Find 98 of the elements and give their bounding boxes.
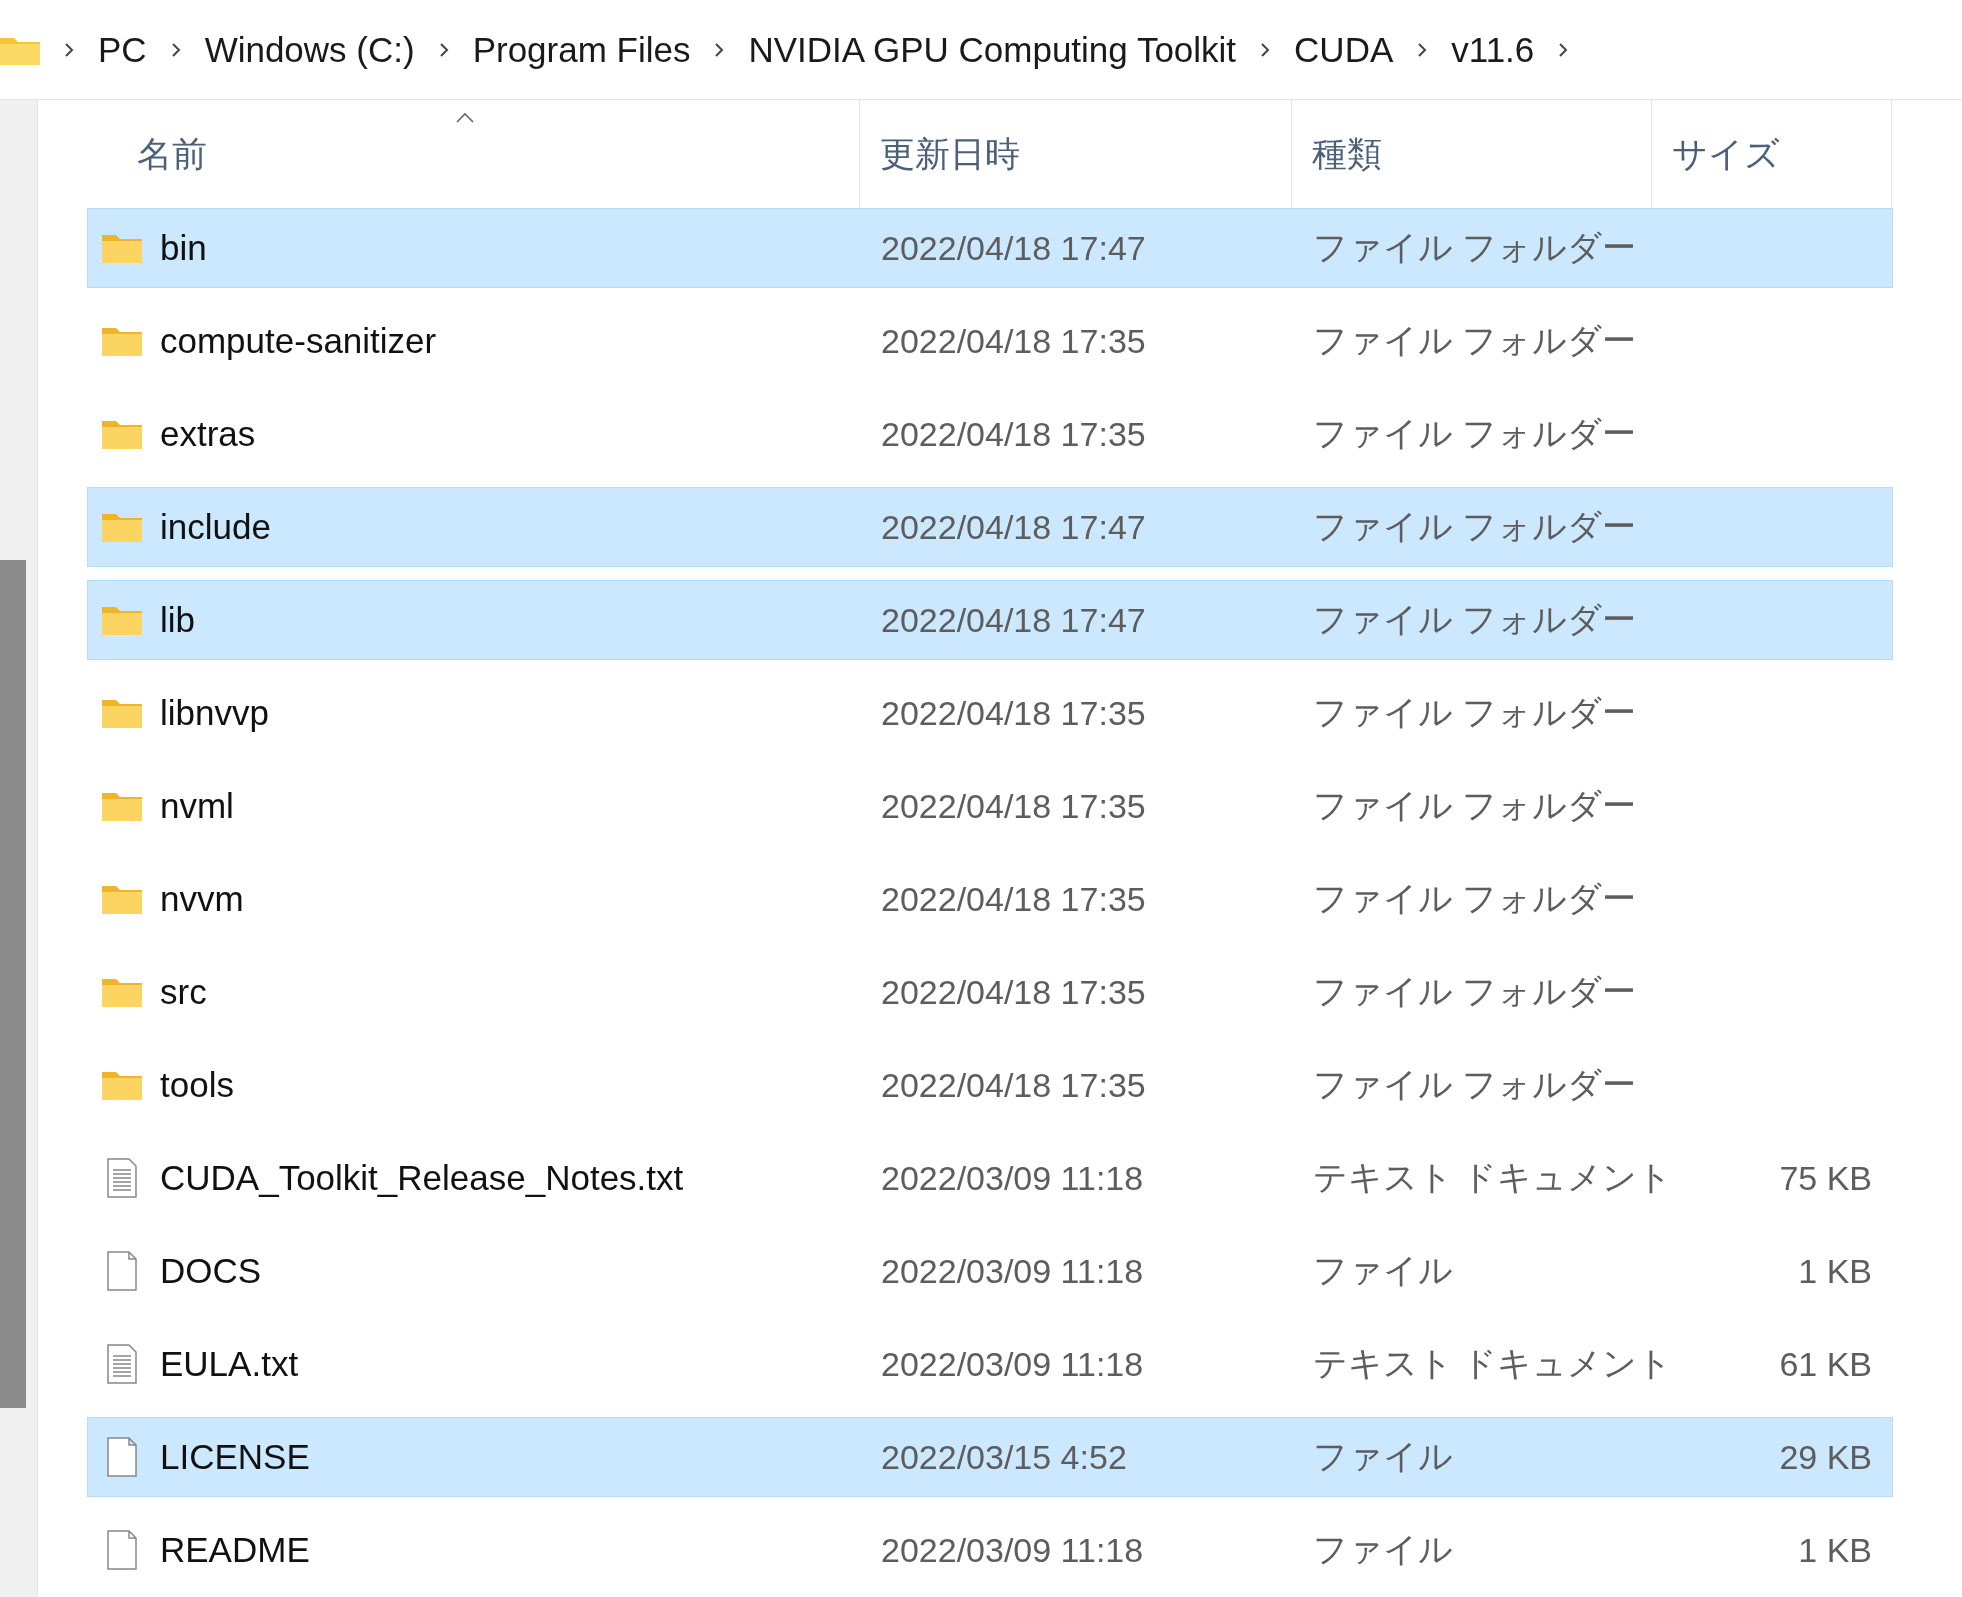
file-type: ファイル フォルダー <box>1313 600 1637 638</box>
modified-date: 2022/04/18 17:35 <box>881 972 1146 1011</box>
file-name: tools <box>160 1065 234 1105</box>
file-row[interactable]: extras 2022/04/18 17:35 ファイル フォルダー <box>87 394 1893 474</box>
file-size: 29 KB <box>1779 1437 1872 1476</box>
folder-icon <box>102 233 142 263</box>
chevron-right-icon[interactable] <box>714 41 725 58</box>
file-row[interactable]: compute-sanitizer 2022/04/18 17:35 ファイル フォルダー <box>87 301 1893 381</box>
file-row[interactable]: include 2022/04/18 17:47 ファイル フォルダー <box>87 487 1893 567</box>
chevron-right-icon[interactable] <box>1260 41 1271 58</box>
file-type: ファイル フォルダー <box>1313 321 1637 359</box>
breadcrumb-item[interactable]: Program Files <box>472 29 691 70</box>
modified-date: 2022/04/18 17:35 <box>881 1065 1146 1104</box>
file-type: テキスト ドキュメント <box>1313 1158 1673 1196</box>
modified-date: 2022/04/18 17:35 <box>881 414 1146 453</box>
file-row[interactable]: LICENSE 2022/03/15 4:52 ファイル 29 KB <box>87 1417 1893 1497</box>
modified-date: 2022/04/18 17:47 <box>881 228 1146 267</box>
column-header[interactable]: 種類 <box>1312 130 1382 178</box>
modified-date: 2022/03/09 11:18 <box>881 1251 1144 1290</box>
file-type: ファイル フォルダー <box>1313 1065 1637 1103</box>
file-size: 61 KB <box>1779 1344 1872 1383</box>
file-type: テキスト ドキュメント <box>1313 1344 1673 1382</box>
file-type: ファイル フォルダー <box>1313 414 1637 452</box>
chevron-right-icon[interactable] <box>1558 41 1569 58</box>
file-type: ファイル <box>1313 1251 1453 1289</box>
file-size: 1 KB <box>1798 1530 1872 1569</box>
column-header[interactable]: 名前 <box>137 130 207 178</box>
file-name: compute-sanitizer <box>160 321 437 361</box>
file-type: ファイル フォルダー <box>1313 228 1637 266</box>
file-row[interactable]: bin 2022/04/18 17:47 ファイル フォルダー <box>87 208 1893 288</box>
file-row[interactable]: CUDA_Toolkit_Release_Notes.txt 2022/03/09 11:18 テキスト ドキュメント 75 KB <box>87 1138 1893 1218</box>
file-name: lib <box>160 600 196 640</box>
file-row[interactable]: README 2022/03/09 11:18 ファイル 1 KB <box>87 1510 1893 1590</box>
blank-document-icon <box>107 1530 137 1570</box>
modified-date: 2022/03/09 11:18 <box>881 1158 1144 1197</box>
chevron-right-icon[interactable] <box>170 41 181 58</box>
file-name: libnvvp <box>160 693 269 733</box>
folder-icon <box>102 884 142 914</box>
file-name: README <box>160 1530 310 1570</box>
scrollbar-thumb[interactable] <box>0 560 26 1408</box>
modified-date: 2022/03/09 11:18 <box>881 1344 1144 1383</box>
folder-icon <box>102 791 142 821</box>
breadcrumb-item[interactable]: NVIDIA GPU Computing Toolkit <box>748 29 1237 70</box>
modified-date: 2022/04/18 17:47 <box>881 600 1146 639</box>
file-type: ファイル フォルダー <box>1313 693 1637 731</box>
file-name: DOCS <box>160 1251 262 1291</box>
file-type: ファイル フォルダー <box>1313 786 1637 824</box>
folder-icon <box>102 419 142 449</box>
file-row[interactable]: nvvm 2022/04/18 17:35 ファイル フォルダー <box>87 859 1893 939</box>
breadcrumb-item[interactable]: PC <box>98 29 147 70</box>
file-type: ファイル フォルダー <box>1313 507 1637 545</box>
file-row[interactable]: tools 2022/04/18 17:35 ファイル フォルダー <box>87 1045 1893 1125</box>
folder-icon <box>102 698 142 728</box>
file-row[interactable]: libnvvp 2022/04/18 17:35 ファイル フォルダー <box>87 673 1893 753</box>
modified-date: 2022/04/18 17:35 <box>881 786 1146 825</box>
blank-document-icon <box>107 1437 137 1477</box>
modified-date: 2022/04/18 17:35 <box>881 693 1146 732</box>
breadcrumb-item[interactable]: Windows (C:) <box>204 29 415 70</box>
folder-icon <box>102 977 142 1007</box>
file-name: CUDA_Toolkit_Release_Notes.txt <box>160 1158 684 1198</box>
file-name: LICENSE <box>160 1437 310 1477</box>
chevron-right-icon[interactable] <box>64 41 74 58</box>
file-type: ファイル フォルダー <box>1313 972 1637 1010</box>
file-row[interactable]: lib 2022/04/18 17:47 ファイル フォルダー <box>87 580 1893 660</box>
column-header[interactable]: サイズ <box>1672 130 1780 178</box>
breadcrumb-item[interactable]: v11.6 <box>1451 29 1535 70</box>
file-name: nvvm <box>160 879 244 919</box>
modified-date: 2022/04/18 17:35 <box>881 321 1146 360</box>
chevron-right-icon[interactable] <box>438 41 449 58</box>
folder-icon <box>102 326 142 356</box>
file-name: include <box>160 507 271 547</box>
modified-date: 2022/04/18 17:35 <box>881 879 1146 918</box>
modified-date: 2022/03/09 11:18 <box>881 1530 1144 1569</box>
file-name: EULA.txt <box>160 1344 299 1384</box>
file-type: ファイル <box>1313 1437 1453 1475</box>
modified-date: 2022/03/15 4:52 <box>881 1437 1127 1476</box>
file-name: src <box>160 972 207 1012</box>
file-row[interactable]: EULA.txt 2022/03/09 11:18 テキスト ドキュメント 61 KB <box>87 1324 1893 1404</box>
column-header[interactable]: 更新日時 <box>880 130 1020 178</box>
file-name: nvml <box>160 786 234 826</box>
file-type: ファイル フォルダー <box>1313 879 1637 917</box>
file-name: bin <box>160 228 207 268</box>
file-type: ファイル <box>1313 1530 1453 1568</box>
folder-icon <box>102 512 142 542</box>
text-document-icon <box>107 1158 137 1198</box>
file-size: 1 KB <box>1798 1251 1872 1290</box>
folder-icon <box>102 605 142 635</box>
file-row[interactable]: DOCS 2022/03/09 11:18 ファイル 1 KB <box>87 1231 1893 1311</box>
modified-date: 2022/04/18 17:47 <box>881 507 1146 546</box>
folder-icon <box>102 1070 142 1100</box>
file-size: 75 KB <box>1779 1158 1872 1197</box>
file-row[interactable]: nvml 2022/04/18 17:35 ファイル フォルダー <box>87 766 1893 846</box>
blank-document-icon <box>107 1251 137 1291</box>
file-name: extras <box>160 414 256 454</box>
breadcrumb-item[interactable]: CUDA <box>1294 29 1394 70</box>
chevron-right-icon[interactable] <box>1417 41 1428 58</box>
text-document-icon <box>107 1344 137 1384</box>
file-row[interactable]: src 2022/04/18 17:35 ファイル フォルダー <box>87 952 1893 1032</box>
